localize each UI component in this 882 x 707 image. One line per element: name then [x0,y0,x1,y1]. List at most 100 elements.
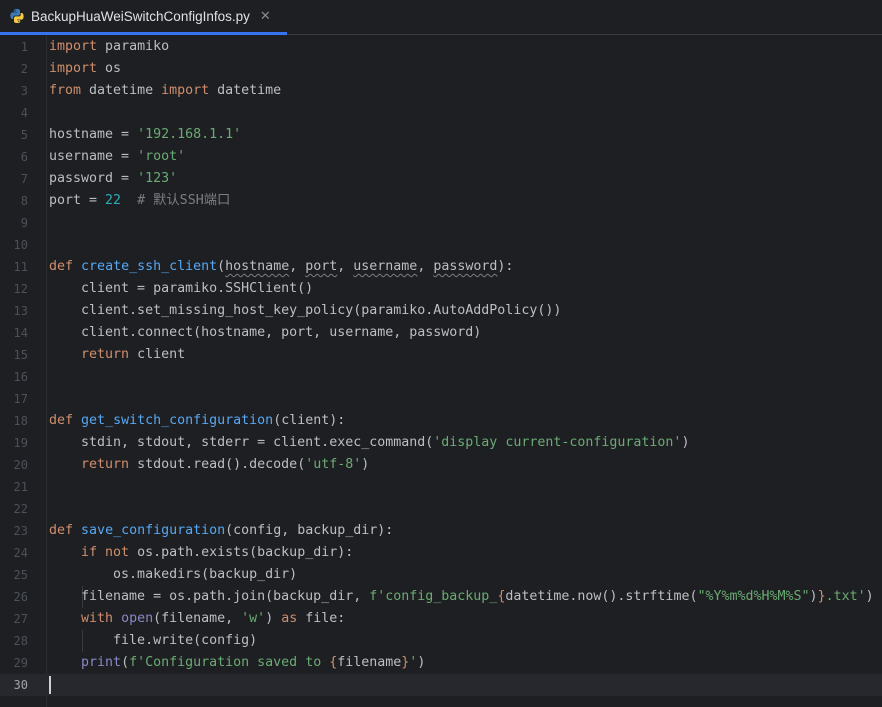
code-line[interactable]: 17 [0,388,882,410]
code-token: password = [49,171,138,186]
code-token: import [49,39,98,54]
code-token: client [129,347,186,362]
code-token: , [337,259,354,274]
code-line[interactable]: 5 hostname = '192.168.1.1' [0,124,882,146]
code-line[interactable]: 8 port = 22 # 默认SSH端口 [0,190,882,212]
line-number: 22 [13,502,28,516]
code-token: get_switch_configuration [81,413,274,428]
code-token: '123' [137,171,178,186]
code-line[interactable]: 24 if not os.path.exists(backup_dir): [0,542,882,564]
code-token: stdout.read().decode( [129,457,306,472]
code-line[interactable]: 18 def get_switch_configuration(client): [0,410,882,432]
code-line[interactable]: 14 client.connect(hostname, port, userna… [0,322,882,344]
line-number: 6 [20,150,28,164]
code-token: if not [81,545,130,560]
code-line[interactable]: 27 with open(filename, 'w') as file: [0,608,882,630]
line-number: 18 [13,414,28,428]
code-line[interactable]: 1 import paramiko [0,36,882,58]
code-text: with open(filename, 'w') as file: [49,608,345,630]
code-text: os.makedirs(backup_dir) [49,564,297,586]
code-token: ) [417,655,426,670]
code-token: 'utf-8' [305,457,362,472]
code-token: ( [121,655,130,670]
code-text: import os [49,58,121,80]
code-token: client.set_missing_host_key_policy(param… [49,303,562,318]
code-token: .txt' [825,589,866,604]
code-line[interactable]: 15 return client [0,344,882,366]
code-line[interactable]: 19 stdin, stdout, stderr = client.exec_c… [0,432,882,454]
line-number: 9 [20,216,28,230]
code-line[interactable]: 9 [0,212,882,234]
code-token: file: [297,611,346,626]
code-token: file.write(config) [49,633,258,648]
code-line[interactable]: 7 password = '123' [0,168,882,190]
code-token: , [417,259,434,274]
code-line[interactable]: 22 [0,498,882,520]
code-line[interactable]: 28 file.write(config) [0,630,882,652]
code-text: return client [49,344,185,366]
code-token: filename = os.path.join(backup_dir, [49,589,370,604]
code-token: ): [497,259,514,274]
code-token: port = [49,193,106,208]
code-token: ) [265,611,282,626]
code-line[interactable]: 25 os.makedirs(backup_dir) [0,564,882,586]
code-text: client.connect(hostname, port, username,… [49,322,481,344]
code-token: 'root' [137,149,186,164]
code-line[interactable]: 20 return stdout.read().decode('utf-8') [0,454,882,476]
python-file-icon [10,9,24,23]
code-token: hostname [225,259,290,274]
code-token: def [49,523,74,538]
code-line[interactable]: 16 [0,366,882,388]
line-number: 25 [13,568,28,582]
line-number: 5 [20,128,28,142]
code-token: open [121,611,154,626]
code-token: def [49,259,74,274]
line-number: 2 [20,62,28,76]
code-line[interactable]: 13 client.set_missing_host_key_policy(pa… [0,300,882,322]
code-token: os.path.exists(backup_dir): [129,545,354,560]
close-tab-icon[interactable]: ✕ [260,9,271,24]
code-line[interactable]: 30 [0,674,882,696]
line-number: 23 [13,524,28,538]
code-line[interactable]: 12 client = paramiko.SSHClient() [0,278,882,300]
line-number: 27 [13,612,28,626]
code-token: hostname = [49,127,138,142]
code-token: (client): [273,413,346,428]
code-line[interactable]: 21 [0,476,882,498]
line-number: 13 [13,304,28,318]
code-token: password [433,259,498,274]
code-line[interactable]: 2 import os [0,58,882,80]
code-token: ) [361,457,370,472]
code-token: paramiko [97,39,170,54]
code-text: return stdout.read().decode('utf-8') [49,454,369,476]
line-number: 4 [20,106,28,120]
line-number: 8 [20,194,28,208]
code-text: def save_configuration(config, backup_di… [49,520,393,542]
code-line[interactable]: 23 def save_configuration(config, backup_… [0,520,882,542]
code-token: as [281,611,298,626]
code-line[interactable]: 11 def create_ssh_client(hostname, port, … [0,256,882,278]
line-number: 28 [13,634,28,648]
code-line[interactable]: 4 [0,102,882,124]
code-editor[interactable]: 1 import paramiko 2 import os 3 from datetime… [0,36,882,707]
code-line[interactable]: 6 username = 'root' [0,146,882,168]
code-line[interactable]: 29 print(f'Configuration saved to {filen… [0,652,882,674]
code-line[interactable]: 26 filename = os.path.join(backup_dir, f… [0,586,882,608]
tab-file[interactable]: BackupHuaWeiSwitchConfigInfos.py ✕ [0,0,287,35]
code-token: 22 [105,193,122,208]
code-text: password = '123' [49,168,177,190]
line-number: 12 [13,282,28,296]
code-token: } [817,589,826,604]
code-token: import [49,61,98,76]
code-token: f'config_backup_ [369,589,498,604]
code-token: ) [865,589,874,604]
line-number: 30 [13,678,28,692]
code-line[interactable]: 10 [0,234,882,256]
code-token: save_configuration [81,523,226,538]
code-line[interactable]: 3 from datetime import datetime [0,80,882,102]
code-token: return [81,457,130,472]
code-text: def create_ssh_client(hostname, port, us… [49,256,513,278]
